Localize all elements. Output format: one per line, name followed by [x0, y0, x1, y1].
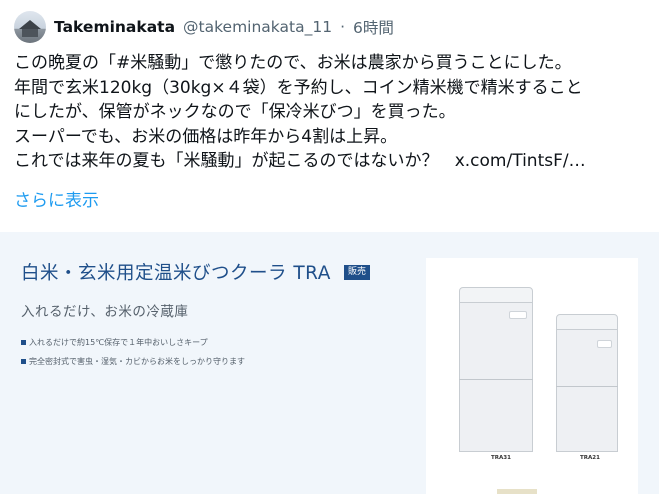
feature-item: 入れるだけで約15℃保存で１年中おいしさキープ: [21, 337, 208, 348]
tweet-text-line: スーパーでも、お米の価格は昨年から4割は上昇。: [14, 126, 398, 147]
product-photo: TRA31 TRA21: [426, 258, 638, 494]
tweet-text-line: 年間で玄米120kg（30kg×４袋）を予約し、コイン精米機で精米すること: [14, 77, 583, 98]
door-divider: [459, 379, 533, 380]
avatar-roof-shape: [19, 20, 41, 29]
avatar[interactable]: [14, 11, 46, 43]
card-title: 白米・玄米用定温米びつクーラ TRA: [21, 263, 331, 284]
next-card-edge: [497, 489, 537, 494]
show-more-link[interactable]: さらに表示: [14, 186, 99, 211]
feature-text: 完全密封式で害虫・湿気・カビからお米をしっかり守ります: [29, 357, 245, 366]
author-handle[interactable]: @takeminakata_11: [183, 18, 332, 36]
tweet-link[interactable]: x.com/TintsF/…: [455, 151, 586, 171]
feature-item: 完全密封式で害虫・湿気・カビからお米をしっかり守ります: [21, 356, 245, 367]
feature-text: 入れるだけで約15℃保存で１年中おいしさキープ: [29, 338, 208, 347]
author-name[interactable]: Takeminakata: [54, 18, 175, 36]
avatar-wall-shape: [22, 29, 38, 37]
tweet-text: この晩夏の「#米騒動」で懲りたので、お米は農家から買うことにした。 年間で玄米1…: [14, 51, 659, 174]
bullet-icon: [21, 359, 26, 364]
card-subtitle: 入れるだけ、お米の冷蔵庫: [21, 304, 189, 320]
bullet-icon: [21, 340, 26, 345]
tweet-text-line: にしたが、保管がネックなので「保冷米びつ」を買った。: [14, 102, 456, 123]
rice-cooler-large: TRA31: [459, 287, 533, 461]
rice-cooler-small: TRA21: [556, 314, 618, 461]
tweet-text-line-with-link: これでは来年の夏も「米騒動」が起こるのではないか？ x.com/TintsF/…: [14, 149, 659, 174]
sale-badge: 販売: [344, 265, 370, 280]
control-panel-icon: [509, 311, 527, 319]
product-model-label: TRA31: [491, 455, 511, 461]
tweet-timestamp[interactable]: 6時間: [353, 16, 394, 38]
product-model-label: TRA21: [580, 455, 600, 461]
door-divider: [556, 386, 618, 387]
cooler-lid: [459, 287, 533, 303]
header-separator: ·: [340, 18, 345, 36]
cooler-lid: [556, 314, 618, 330]
cooler-body: [459, 302, 533, 452]
tweet-text-line: これでは来年の夏も「米騒動」が起こるのではないか？: [14, 151, 439, 172]
control-panel-icon: [597, 340, 612, 348]
tweet-header: Takeminakata @takeminakata_11 · 6時間: [14, 11, 394, 43]
tweet-text-line: この晩夏の「#米騒動」で懲りたので、お米は農家から買うことにした。: [14, 53, 572, 73]
